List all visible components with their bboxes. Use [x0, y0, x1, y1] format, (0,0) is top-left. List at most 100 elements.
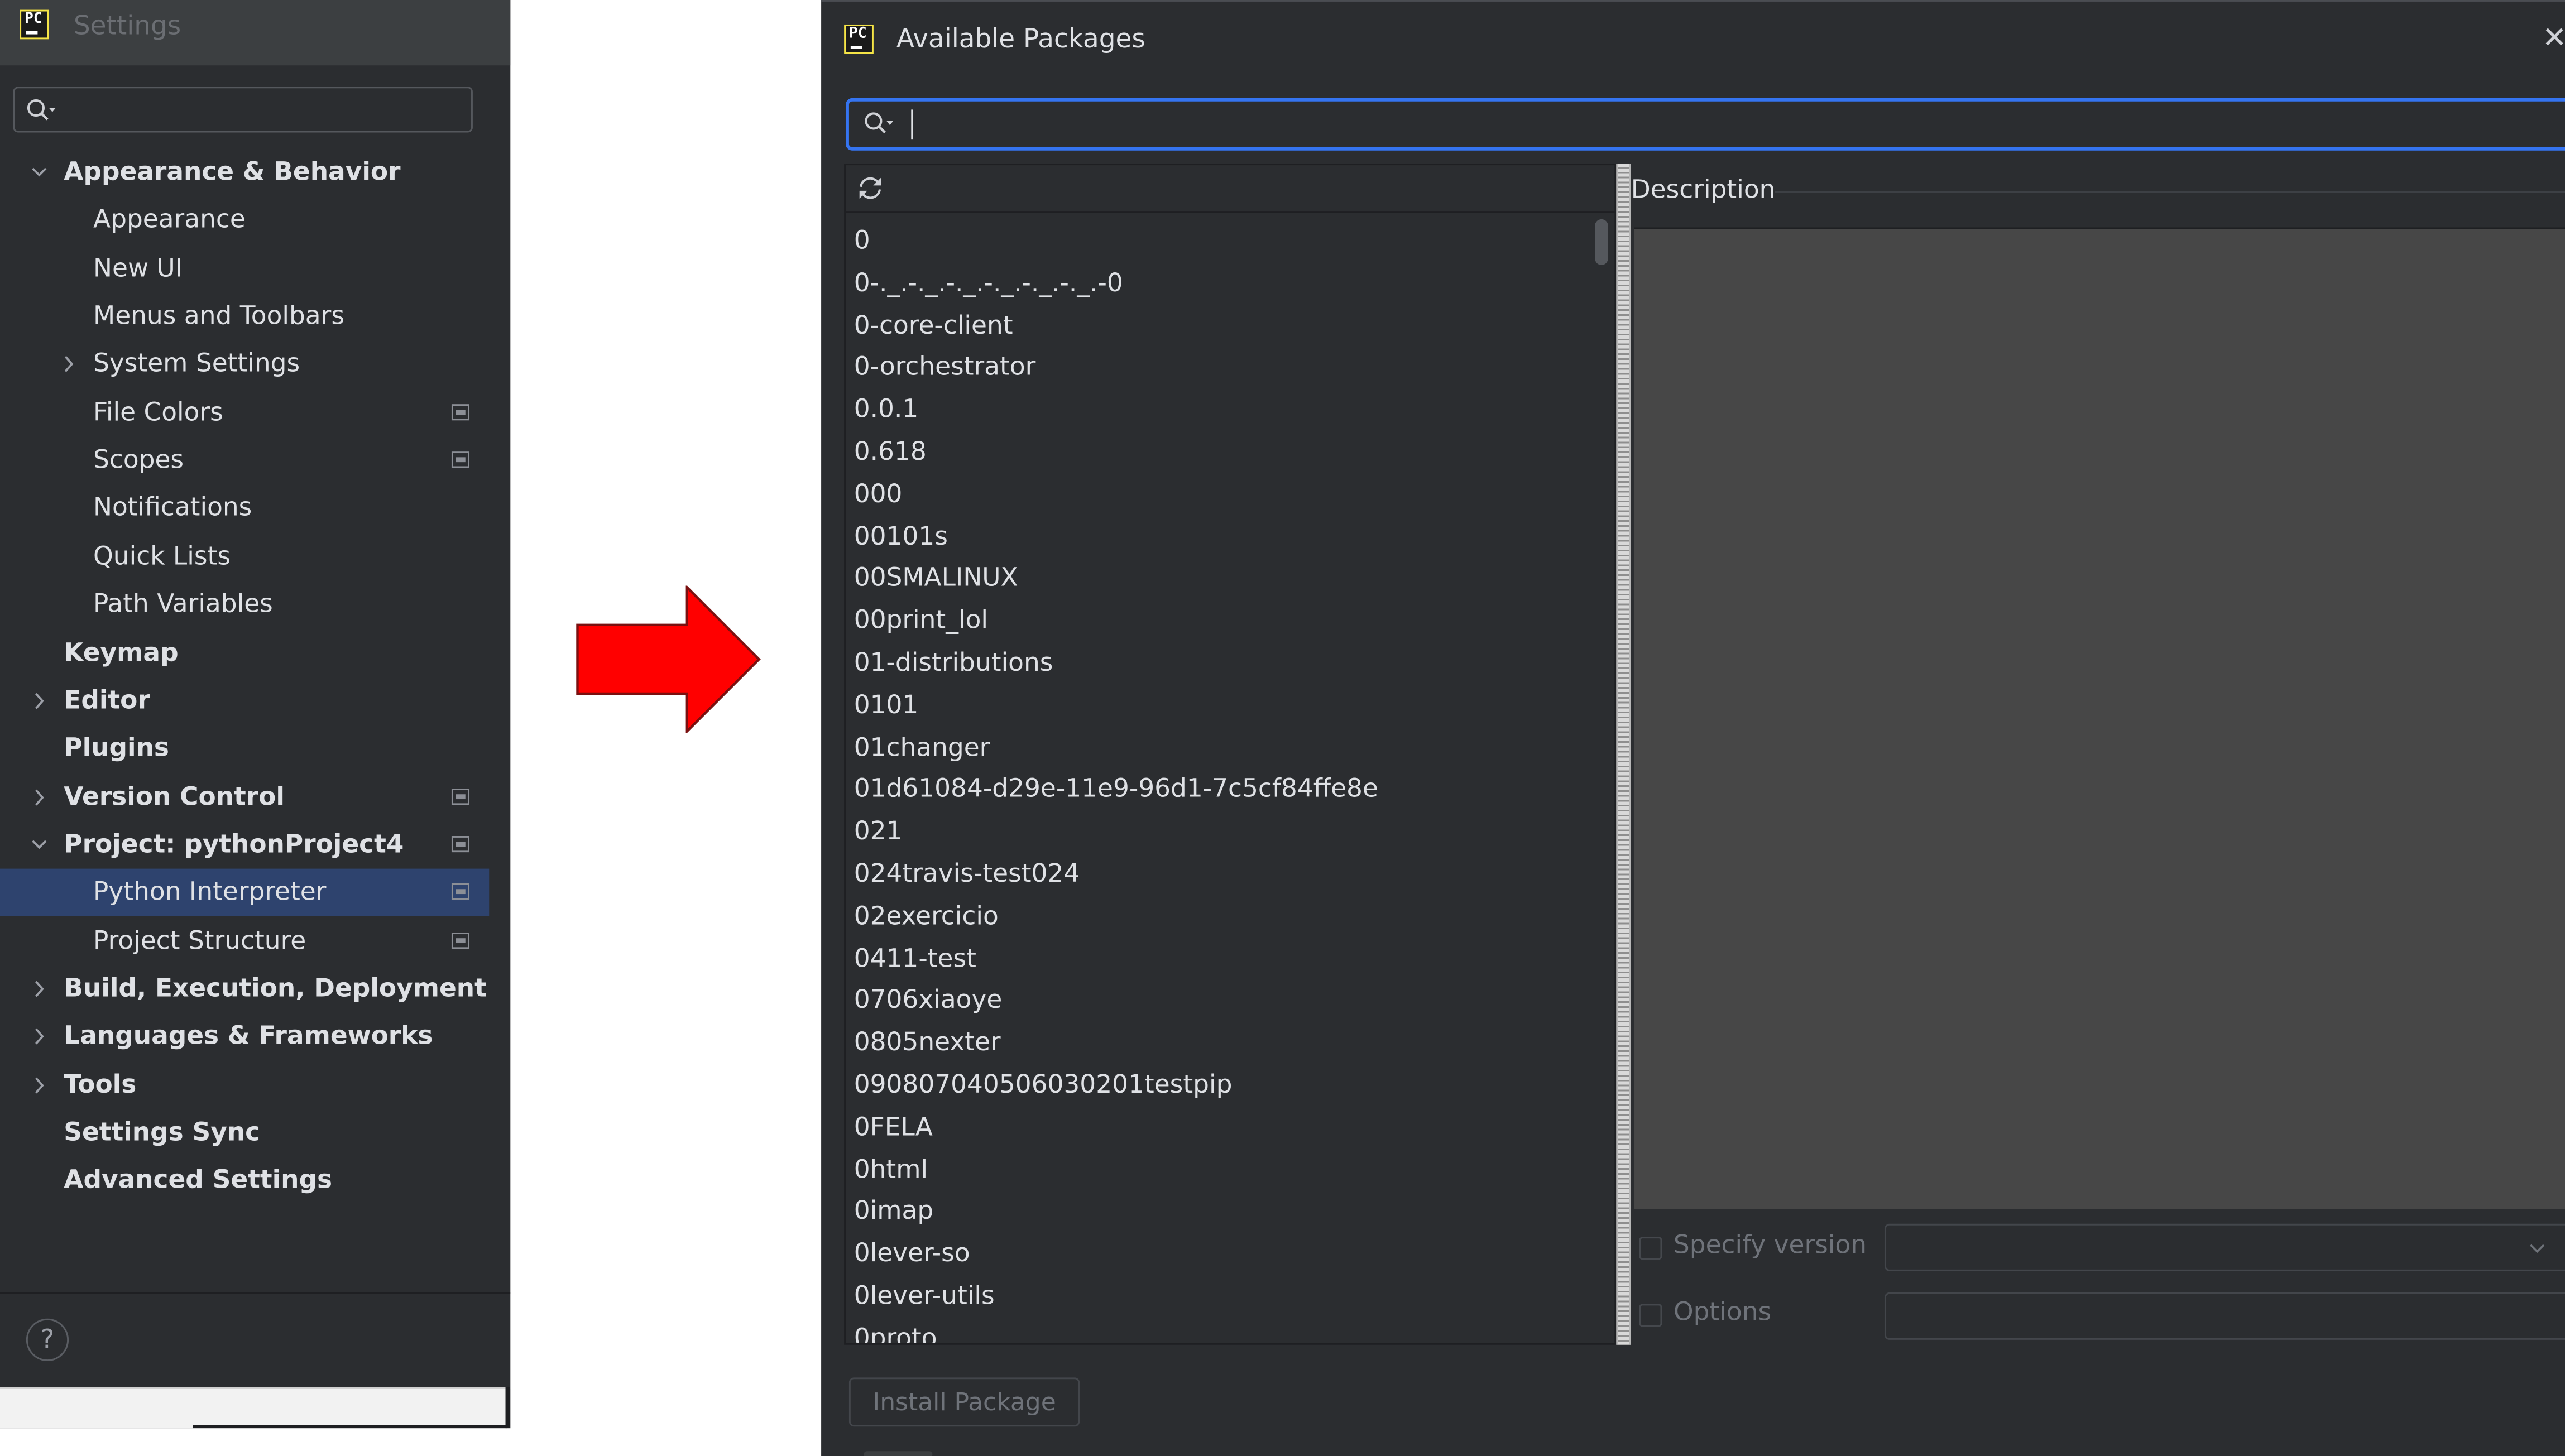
- list-item[interactable]: 0imap: [854, 1190, 933, 1232]
- sidebar-item-settings-sync[interactable]: Settings Sync: [0, 1109, 489, 1157]
- list-item[interactable]: 0411-test: [854, 937, 976, 979]
- list-item[interactable]: 090807040506030201testpip: [854, 1063, 1233, 1106]
- sidebar-item-label: Appearance & Behavior: [64, 157, 401, 187]
- sidebar-item-label: System Settings: [93, 349, 300, 379]
- sidebar-item-label: New UI: [93, 253, 183, 283]
- footer-divider: [0, 1292, 511, 1294]
- help-button[interactable]: ?: [26, 1318, 69, 1362]
- list-item[interactable]: 021: [854, 810, 903, 853]
- list-item[interactable]: 0.618: [854, 430, 927, 473]
- options-label: Options: [1673, 1297, 1772, 1327]
- sidebar-item-label: Version Control: [64, 781, 285, 811]
- list-item[interactable]: 0-._.-._.-._.-._.-._.-._.-0: [854, 261, 1123, 304]
- package-search-input[interactable]: [846, 98, 2565, 151]
- sidebar-item-label: Keymap: [64, 637, 179, 667]
- sidebar-item-path-variables[interactable]: Path Variables: [0, 581, 489, 628]
- sidebar-item-label: Build, Execution, Deployment: [64, 973, 487, 1003]
- sidebar-item-python-interpreter[interactable]: Python Interpreter: [0, 869, 490, 917]
- settings-bottom-border: [193, 1425, 507, 1429]
- sidebar-item-languages-frameworks[interactable]: Languages & Frameworks: [0, 1013, 489, 1060]
- list-item[interactable]: 0706xiaoye: [854, 979, 1003, 1021]
- list-item[interactable]: 01d61084-d29e-11e9-96d1-7c5cf84ffe8e: [854, 768, 1378, 810]
- list-item[interactable]: 0FELA: [854, 1106, 933, 1148]
- settings-search-input[interactable]: [13, 87, 473, 133]
- list-item[interactable]: 00101s: [854, 515, 948, 557]
- chevron-right-icon[interactable]: [30, 1061, 49, 1108]
- sidebar-item-menus-and-toolbars[interactable]: Menus and Toolbars: [0, 293, 489, 340]
- sidebar-item-file-colors[interactable]: File Colors: [0, 389, 489, 436]
- chevron-right-icon[interactable]: [30, 773, 49, 820]
- list-item[interactable]: 0proto: [854, 1316, 937, 1343]
- sidebar-item-plugins[interactable]: Plugins: [0, 725, 489, 772]
- sidebar-item-new-ui[interactable]: New UI: [0, 245, 489, 292]
- version-combo[interactable]: [1884, 1223, 2565, 1271]
- list-item[interactable]: 0lever-so: [854, 1232, 970, 1275]
- list-item[interactable]: 01changer: [854, 725, 990, 768]
- list-item[interactable]: 0lever-utils: [854, 1275, 995, 1317]
- project-level-icon: [451, 451, 470, 468]
- list-item[interactable]: 00SMALINUX: [854, 557, 1018, 599]
- list-item[interactable]: 024travis-test024: [854, 852, 1080, 895]
- sidebar-item-label: Advanced Settings: [64, 1165, 333, 1195]
- sidebar-item-keymap[interactable]: Keymap: [0, 629, 489, 676]
- settings-bottom-edge: [0, 1387, 511, 1429]
- sidebar-item-label: Scopes: [93, 445, 184, 475]
- list-item[interactable]: 0: [854, 219, 870, 262]
- scrollbar-thumb[interactable]: [1595, 219, 1608, 265]
- list-item[interactable]: 02exercicio: [854, 895, 999, 937]
- install-package-button[interactable]: Install Package: [848, 1377, 1080, 1427]
- chevron-down-icon[interactable]: [30, 149, 49, 196]
- settings-window: PC Settings Appearance & Behavior Appeara…: [0, 0, 511, 1429]
- chevron-right-icon[interactable]: [30, 965, 49, 1012]
- list-item[interactable]: 000: [854, 473, 903, 515]
- description-area: [1634, 227, 2565, 1209]
- list-item[interactable]: 00print_lol: [854, 599, 988, 641]
- sidebar-item-appearance[interactable]: Appearance: [0, 197, 489, 244]
- sidebar-item-project-pythonproject4[interactable]: Project: pythonProject4: [0, 821, 489, 868]
- specify-version-checkbox[interactable]: [1639, 1237, 1662, 1260]
- sidebar-item-label: Editor: [64, 685, 150, 715]
- package-list-panel: 0 0-._.-._.-._.-._.-._.-._.-0 0-core-clien…: [844, 164, 1617, 1345]
- sidebar-item-label: Settings Sync: [64, 1117, 261, 1147]
- list-item[interactable]: 0805nexter: [854, 1021, 1001, 1064]
- sidebar-item-label: Python Interpreter: [93, 877, 327, 907]
- close-button[interactable]: ✕: [2542, 21, 2565, 57]
- options-checkbox[interactable]: [1639, 1304, 1662, 1327]
- sidebar-item-version-control[interactable]: Version Control: [0, 773, 489, 820]
- settings-right-border: [505, 1387, 511, 1429]
- package-list-toolbar: [846, 165, 1615, 213]
- sidebar-item-advanced-settings[interactable]: Advanced Settings: [0, 1157, 489, 1205]
- project-level-icon: [451, 883, 470, 901]
- sidebar-item-label: Languages & Frameworks: [64, 1021, 433, 1051]
- sidebar-item-system-settings[interactable]: System Settings: [0, 341, 489, 388]
- sidebar-item-editor[interactable]: Editor: [0, 677, 489, 724]
- sidebar-item-notifications[interactable]: Notifications: [0, 485, 489, 532]
- chevron-right-icon[interactable]: [30, 677, 49, 724]
- refresh-icon[interactable]: [856, 175, 885, 201]
- options-field[interactable]: [1884, 1292, 2565, 1340]
- packages-title: Available Packages: [896, 23, 1145, 54]
- list-item[interactable]: 0-core-client: [854, 304, 1013, 346]
- sidebar-item-label: Path Variables: [93, 589, 273, 619]
- panel-splitter[interactable]: [1616, 164, 1631, 1345]
- list-item[interactable]: 0101: [854, 684, 919, 726]
- right-arrow-icon: [576, 585, 761, 733]
- sidebar-item-appearance-behavior[interactable]: Appearance & Behavior: [0, 149, 489, 196]
- package-list[interactable]: 0 0-._.-._.-._.-._.-._.-._.-0 0-core-clien…: [846, 213, 1595, 1343]
- sidebar-item-scopes[interactable]: Scopes: [0, 437, 489, 484]
- list-item[interactable]: 0-orchestrator: [854, 346, 1036, 388]
- chevron-down-icon[interactable]: [30, 821, 49, 868]
- chevron-right-icon[interactable]: [30, 1013, 49, 1060]
- sidebar-item-build-execution-deployment[interactable]: Build, Execution, Deployment: [0, 965, 489, 1012]
- list-item[interactable]: 0.0.1: [854, 388, 919, 430]
- list-item[interactable]: 0html: [854, 1148, 928, 1190]
- sidebar-item-quick-lists[interactable]: Quick Lists: [0, 533, 489, 580]
- sidebar-item-label: Tools: [64, 1069, 137, 1099]
- sidebar-item-label: Menus and Toolbars: [93, 301, 345, 331]
- sidebar-item-project-structure[interactable]: Project Structure: [0, 917, 489, 964]
- bottom-handle: [864, 1451, 933, 1456]
- sidebar-item-label: Plugins: [64, 733, 169, 763]
- chevron-right-icon[interactable]: [59, 341, 78, 388]
- list-item[interactable]: 01-distributions: [854, 641, 1053, 684]
- sidebar-item-tools[interactable]: Tools: [0, 1061, 489, 1108]
